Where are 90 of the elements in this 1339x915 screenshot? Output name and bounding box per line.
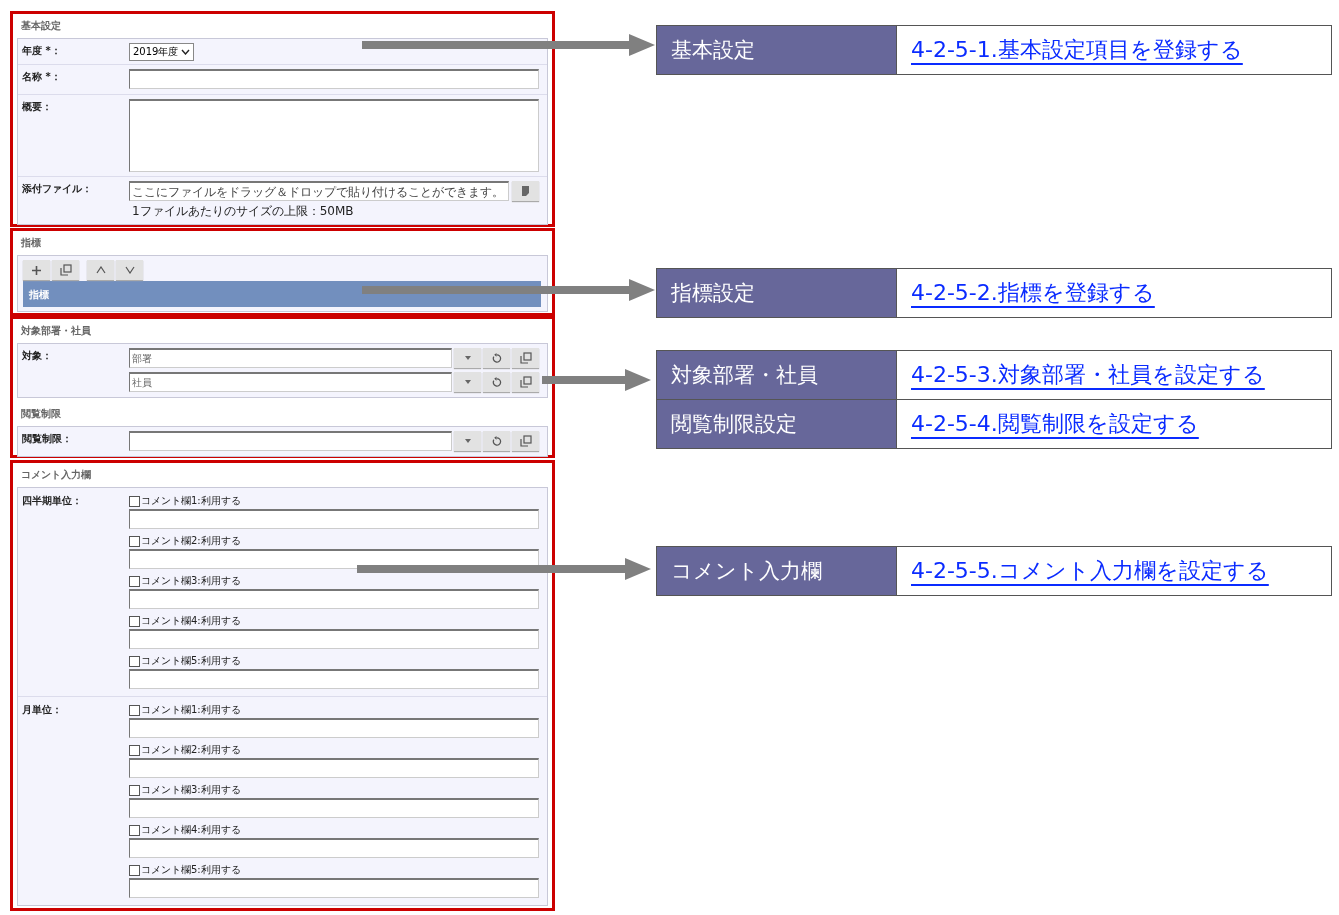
manual-link[interactable]: 4-2-5-3.対象部署・社員を設定する [911, 360, 1265, 390]
copy-icon [519, 376, 532, 388]
summary-field[interactable] [129, 99, 539, 172]
checkbox-label: コメント欄1:利用する [141, 703, 241, 717]
checkbox[interactable] [129, 784, 140, 796]
checkbox[interactable] [129, 575, 140, 587]
comment-field[interactable] [129, 798, 539, 818]
copy-icon [519, 352, 532, 364]
checkbox-label: コメント欄4:利用する [141, 614, 241, 628]
field-label: 名称 *： [22, 70, 62, 84]
reset-icon [491, 435, 502, 447]
section-title: 指標 [20, 236, 42, 250]
copy-button[interactable] [512, 372, 539, 392]
comment-field[interactable] [129, 669, 539, 689]
caret-icon [463, 379, 472, 385]
caret-icon [463, 355, 472, 361]
comment-field[interactable] [129, 509, 539, 529]
reset-icon [491, 352, 502, 364]
checkbox-label: コメント欄3:利用する [141, 574, 241, 588]
checkbox-label: コメント欄1:利用する [141, 494, 241, 508]
copy-icon [519, 435, 532, 447]
checkbox-label: コメント欄2:利用する [141, 534, 241, 548]
chevron-up-icon [95, 266, 106, 274]
callout-label: コメント入力欄 [657, 547, 897, 595]
name-field[interactable] [129, 69, 539, 89]
section-title: コメント入力欄 [20, 468, 92, 482]
picker-field[interactable] [129, 431, 452, 451]
checkbox-label: コメント欄3:利用する [141, 783, 241, 797]
checkbox[interactable] [129, 495, 140, 507]
comment-field[interactable] [129, 629, 539, 649]
field-label: 四半期単位： [22, 494, 83, 508]
field-label: 年度 *： [22, 44, 62, 58]
file-drop-field[interactable]: ここにファイルをドラッグ＆ドロップで貼り付けることができます。 [129, 181, 509, 201]
field-label: 対象： [22, 349, 53, 363]
section-title: 基本設定 [20, 19, 62, 33]
checkbox-label: コメント欄4:利用する [141, 823, 241, 837]
section-title: 閲覧制限 [20, 407, 62, 421]
manual-link[interactable]: 4-2-5-2.指標を登録する [911, 278, 1155, 308]
manual-link[interactable]: 4-2-5-5.コメント入力欄を設定する [911, 556, 1269, 586]
callout-label: 指標設定 [657, 269, 897, 317]
reset-icon [491, 376, 502, 388]
move-up-button[interactable] [87, 260, 114, 280]
dropdown-button[interactable] [454, 372, 481, 392]
file-icon [521, 186, 530, 196]
field-label: 月単位： [22, 703, 63, 717]
callout-label: 対象部署・社員 [657, 351, 897, 399]
copy-button[interactable] [52, 260, 79, 280]
comment-field[interactable] [129, 718, 539, 738]
reset-button[interactable] [483, 431, 510, 451]
reset-button[interactable] [483, 348, 510, 368]
comment-field[interactable] [129, 758, 539, 778]
chevron-down-icon [124, 266, 135, 274]
move-down-button[interactable] [116, 260, 143, 280]
copy-button[interactable] [512, 431, 539, 451]
size-limit-note: 1ファイルあたりのサイズの上限：50MB [131, 203, 355, 220]
chevron-down-icon [181, 49, 191, 55]
checkbox[interactable] [129, 864, 140, 876]
copy-button[interactable] [512, 348, 539, 368]
comment-field[interactable] [129, 549, 539, 569]
checkbox[interactable] [129, 615, 140, 627]
manual-link[interactable]: 4-2-5-4.閲覧制限を設定する [911, 409, 1199, 439]
plus-icon [32, 265, 41, 275]
callout-label: 閲覧制限設定 [657, 400, 897, 448]
dropdown-button[interactable] [454, 348, 481, 368]
checkbox[interactable] [129, 824, 140, 836]
comment-field[interactable] [129, 878, 539, 898]
checkbox-label: コメント欄5:利用する [141, 863, 241, 877]
field-label: 添付ファイル： [22, 182, 93, 196]
copy-icon [59, 264, 72, 276]
comment-field[interactable] [129, 589, 539, 609]
section-title: 対象部署・社員 [20, 324, 92, 338]
manual-link[interactable]: 4-2-5-1.基本設定項目を登録する [911, 35, 1243, 65]
attach-button[interactable] [512, 181, 539, 201]
comment-field[interactable] [129, 838, 539, 858]
field-label: 概要： [22, 100, 53, 114]
checkbox[interactable] [129, 744, 140, 756]
checkbox[interactable] [129, 655, 140, 667]
reset-button[interactable] [483, 372, 510, 392]
callout-label: 基本設定 [657, 26, 897, 74]
checkbox-label: コメント欄2:利用する [141, 743, 241, 757]
checkbox[interactable] [129, 535, 140, 547]
caret-icon [463, 438, 472, 444]
picker-field[interactable]: 社員 [129, 372, 452, 392]
checkbox-label: コメント欄5:利用する [141, 654, 241, 668]
dropdown-button[interactable] [454, 431, 481, 451]
checkbox[interactable] [129, 704, 140, 716]
picker-field[interactable]: 部署 [129, 348, 452, 368]
add-button[interactable] [23, 260, 50, 280]
field-label: 閲覧制限： [22, 432, 73, 446]
year-select[interactable]: 2019年度 [129, 43, 195, 61]
